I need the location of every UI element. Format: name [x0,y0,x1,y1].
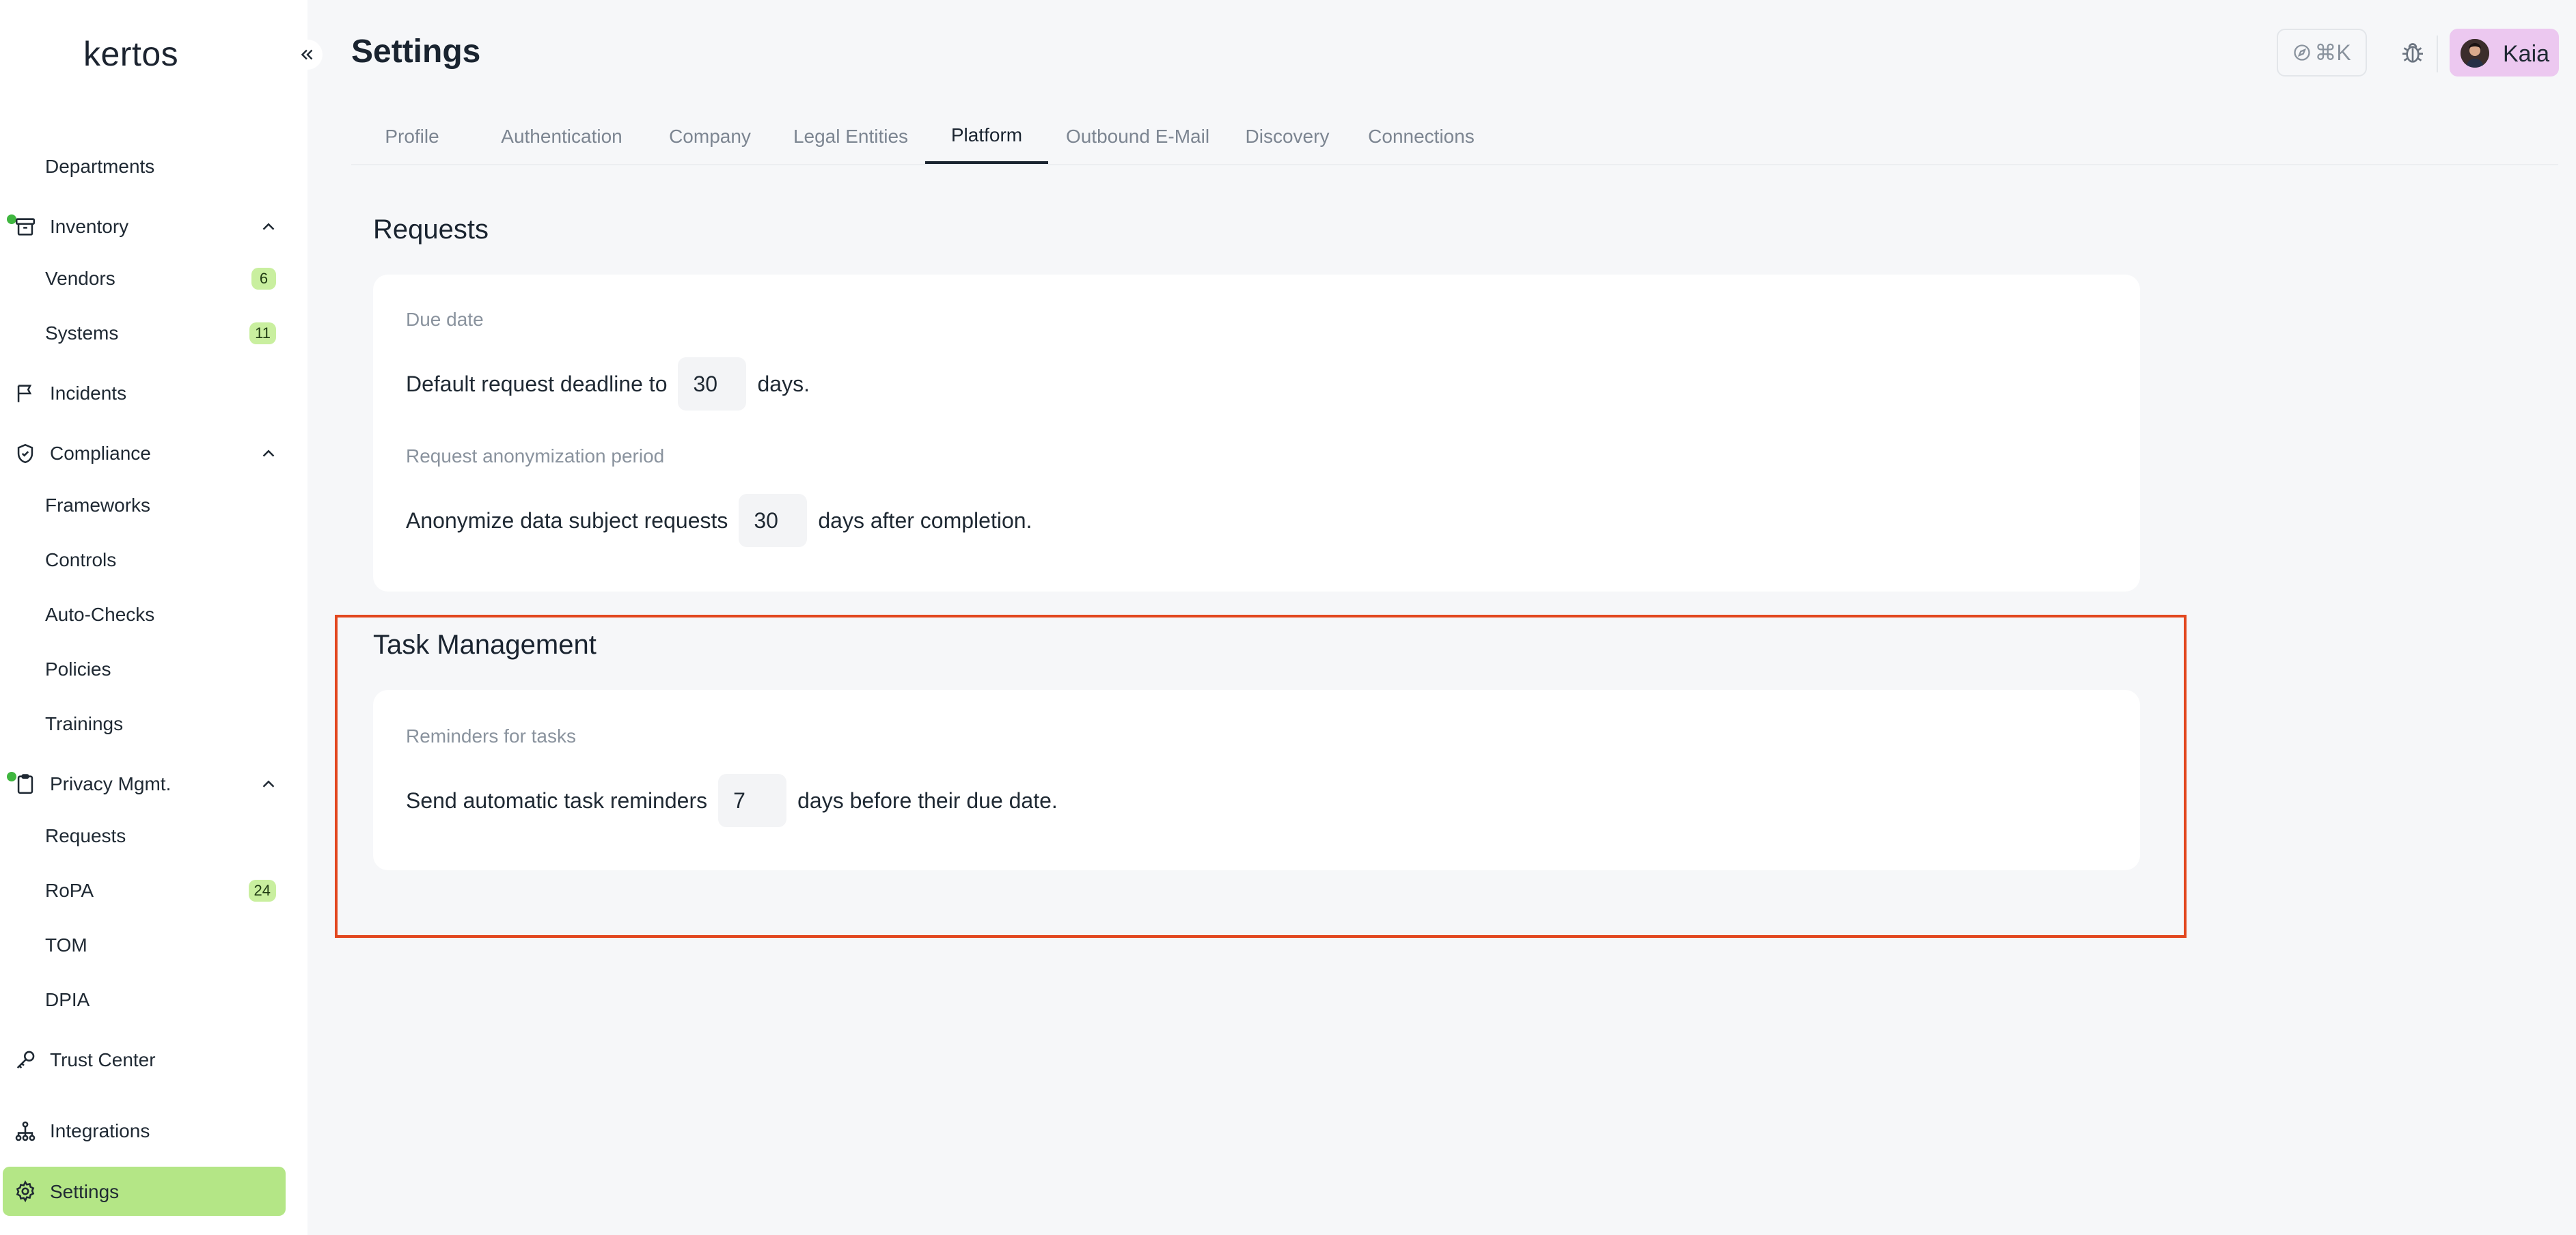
sidebar-item-label: Trainings [45,713,124,734]
due-date-label: Due date [406,309,484,330]
settings-tabs: Profile Authentication Company Legal Ent… [351,109,2558,165]
due-date-suffix: days. [757,371,810,396]
reminders-prefix: Send automatic task reminders [406,788,708,813]
page-title: Settings [351,33,481,70]
avatar [2461,39,2489,68]
header-divider [2437,36,2438,72]
sidebar-item-privacy-mgmt[interactable]: Privacy Mgmt. [0,764,307,805]
user-menu-button[interactable]: Kaia [2450,29,2559,77]
kertos-logo[interactable]: kertos [83,34,178,74]
tab-platform[interactable]: Platform [925,109,1048,164]
sidebar-item-vendors[interactable]: Vendors 6 [0,258,307,299]
shortcut-label: ⌘K [2314,40,2351,65]
sidebar-item-inventory[interactable]: Inventory [0,206,307,247]
chevrons-left-icon [301,49,313,60]
sidebar: kertos Departments Inventory Vendors 6 S… [0,0,307,1235]
reminders-label: Reminders for tasks [406,725,576,747]
chevron-up-icon[interactable] [258,774,279,794]
sidebar-item-compliance[interactable]: Compliance [0,433,307,474]
reminders-row: Send automatic task reminders days befor… [406,773,1058,828]
requests-section-title: Requests [373,214,489,245]
shield-check-icon [14,442,37,465]
task-management-section-title: Task Management [373,630,597,660]
sidebar-item-ropa[interactable]: RoPA 24 [0,870,307,911]
sidebar-item-frameworks[interactable]: Frameworks [0,485,307,526]
sidebar-item-label: TOM [45,934,87,956]
sidebar-item-tom[interactable]: TOM [0,925,307,966]
sidebar-item-label: Departments [45,156,155,177]
anonymization-prefix: Anonymize data subject requests [406,508,728,533]
clipboard-icon [14,773,37,796]
gear-icon [14,1180,37,1203]
bug-icon [2402,43,2423,63]
sidebar-item-systems[interactable]: Systems 11 [0,313,307,354]
due-date-input[interactable] [678,357,747,411]
sidebar-item-departments[interactable]: Departments [0,146,307,187]
sidebar-item-trainings[interactable]: Trainings [0,704,307,745]
sidebar-item-trust-center[interactable]: Trust Center [0,1040,307,1081]
tab-profile[interactable]: Profile [351,109,473,164]
tab-authentication[interactable]: Authentication [473,109,650,164]
count-badge: 6 [251,268,276,290]
sidebar-item-settings[interactable]: Settings [3,1167,286,1216]
user-name: Kaia [2503,41,2550,67]
count-badge: 24 [248,880,276,902]
anonymization-input[interactable] [739,494,808,547]
sidebar-item-incidents[interactable]: Incidents [0,373,307,414]
chevron-up-icon[interactable] [258,217,279,237]
sidebar-item-label: Privacy Mgmt. [50,773,172,794]
sidebar-item-label: Systems [45,322,119,344]
sidebar-item-dpia[interactable]: DPIA [0,980,307,1021]
sidebar-item-label: Incidents [50,383,127,404]
sidebar-item-label: RoPA [45,880,94,901]
anonymization-label: Request anonymization period [406,445,665,467]
count-badge: 11 [249,322,276,344]
due-date-row: Default request deadline to days. [406,357,810,411]
flag-icon [14,382,37,405]
sidebar-item-auto-checks[interactable]: Auto-Checks [0,594,307,635]
collapse-sidebar-button[interactable] [292,40,323,70]
sidebar-item-label: Integrations [50,1120,150,1141]
tab-company[interactable]: Company [650,109,769,164]
sidebar-item-label: Frameworks [45,495,151,516]
compass-icon [2294,44,2310,61]
archive-box-icon [14,215,37,238]
anonymization-suffix: days after completion. [818,508,1032,533]
sidebar-item-requests[interactable]: Requests [0,816,307,857]
chevron-up-icon[interactable] [258,443,279,464]
reminders-input[interactable] [718,774,787,827]
reminders-suffix: days before their due date. [797,788,1058,813]
report-bug-button[interactable] [2396,36,2430,70]
sidebar-item-label: Inventory [50,216,129,237]
sidebar-item-label: Auto-Checks [45,604,155,625]
sidebar-item-label: Policies [45,658,111,680]
key-icon [14,1049,37,1072]
sidebar-item-controls[interactable]: Controls [0,540,307,581]
tab-outbound-email[interactable]: Outbound E-Mail [1050,109,1226,164]
sidebar-item-label: Trust Center [50,1049,156,1070]
sidebar-item-label: Controls [45,549,117,570]
sidebar-item-label: Requests [45,825,126,846]
tab-discovery[interactable]: Discovery [1226,109,1349,164]
requests-card: Due date Default request deadline to day… [373,275,2140,592]
sidebar-item-policies[interactable]: Policies [0,649,307,690]
sidebar-item-integrations[interactable]: Integrations [0,1111,307,1152]
sidebar-item-label: Settings [50,1181,120,1202]
sidebar-item-label: Vendors [45,268,115,289]
sidebar-item-label: Compliance [50,443,151,464]
sidebar-item-label: DPIA [45,989,90,1010]
task-management-card: Reminders for tasks Send automatic task … [373,690,2140,870]
tab-connections[interactable]: Connections [1346,109,1496,164]
command-palette-button[interactable]: ⌘K [2277,29,2367,77]
anonymization-row: Anonymize data subject requests days aft… [406,493,1032,548]
due-date-prefix: Default request deadline to [406,371,668,396]
hierarchy-icon [14,1120,37,1143]
tab-legal-entities[interactable]: Legal Entities [769,109,932,164]
